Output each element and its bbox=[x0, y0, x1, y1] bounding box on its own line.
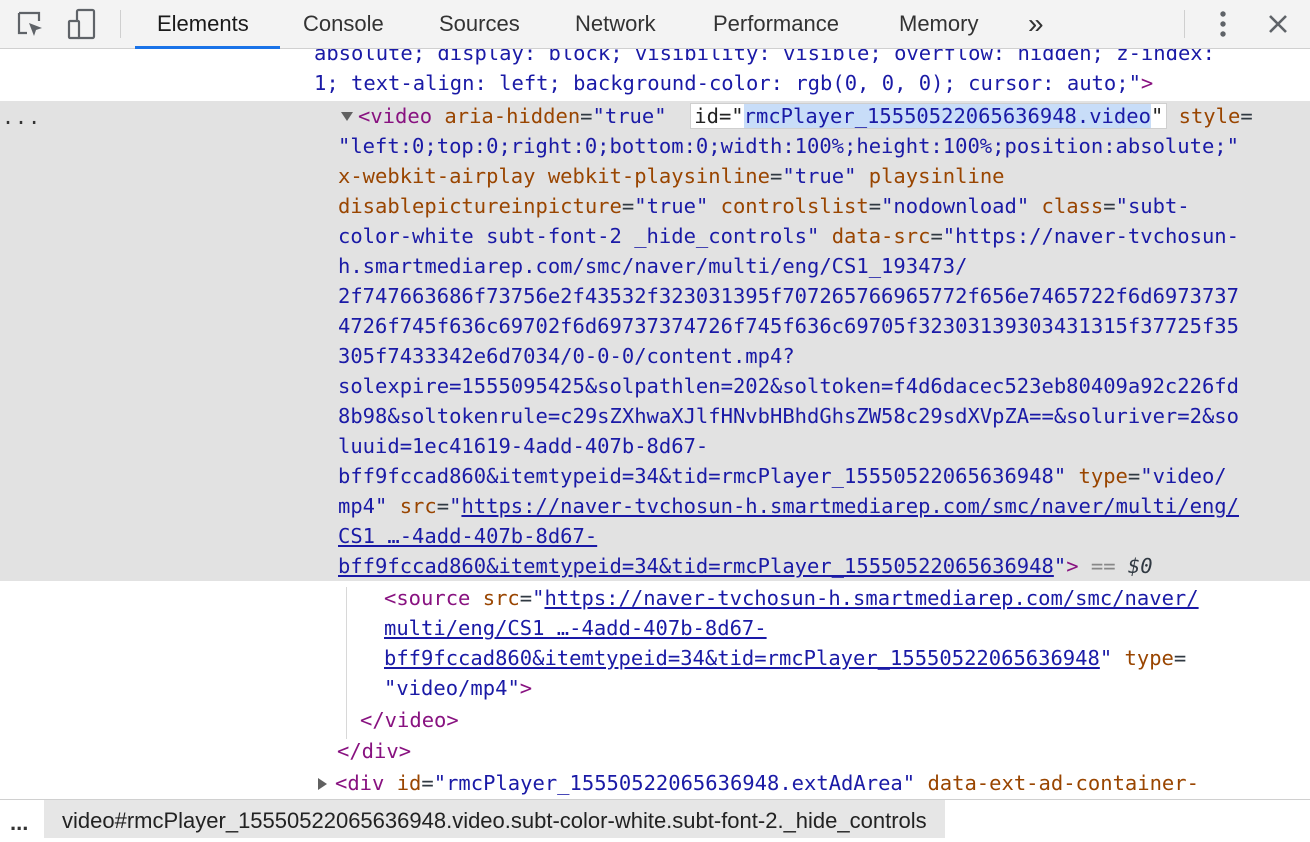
video-attr-line: disablepictureinpicture="true" controlsl… bbox=[338, 194, 1190, 218]
kebab-menu-icon[interactable] bbox=[1212, 0, 1234, 48]
tab-sources[interactable]: Sources bbox=[439, 0, 520, 48]
tab-network[interactable]: Network bbox=[575, 0, 656, 48]
source-src-link[interactable]: bff9fccad860&itemtypeid=34&tid=rmcPlayer… bbox=[384, 646, 1100, 670]
video-data-src-line: solexpire=1555095425&solpathlen=202&solt… bbox=[338, 374, 1239, 398]
more-tabs-icon[interactable]: » bbox=[1028, 0, 1044, 48]
breadcrumb-ellipsis[interactable]: ... bbox=[10, 810, 28, 836]
video-attr-line: color-white subt-font-2 _hide_controls" … bbox=[338, 224, 1239, 248]
style-attribute-line: absolute; display: block; visibility: vi… bbox=[314, 49, 1215, 65]
toolbar-separator bbox=[120, 10, 121, 38]
video-src-link[interactable]: https://naver-tvchosun-h.smartmediarep.c… bbox=[461, 494, 1239, 518]
video-style-value: "left:0;top:0;right:0;bottom:0;width:100… bbox=[338, 134, 1239, 158]
source-tag-line[interactable]: <source src="https://naver-tvchosun-h.sm… bbox=[384, 583, 1199, 613]
expand-triangle-icon[interactable] bbox=[318, 778, 327, 790]
tree-indent-guide bbox=[346, 587, 347, 739]
collapse-triangle-icon[interactable] bbox=[341, 112, 353, 121]
video-src-link[interactable]: CS1 …-4add-407b-8d67- bbox=[338, 524, 597, 548]
video-open-tag[interactable]: <video aria-hidden="true" id="rmcPlayer_… bbox=[358, 101, 1253, 131]
tab-performance[interactable]: Performance bbox=[713, 0, 839, 48]
inspect-element-icon[interactable] bbox=[14, 0, 46, 48]
tab-console[interactable]: Console bbox=[303, 0, 384, 48]
toolbar-separator bbox=[1184, 10, 1185, 38]
breadcrumb: ... video#rmcPlayer_15550522065636948.vi… bbox=[0, 799, 1310, 838]
source-tag-line: bff9fccad860&itemtypeid=34&tid=rmcPlayer… bbox=[384, 646, 1187, 670]
source-tag-line: multi/eng/CS1 …-4add-407b-8d67- bbox=[384, 613, 767, 643]
video-close-tag[interactable]: </video> bbox=[360, 705, 459, 735]
video-src-line: mp4" src="https://naver-tvchosun-h.smart… bbox=[338, 494, 1239, 518]
video-src-link[interactable]: bff9fccad860&itemtypeid=34&tid=rmcPlayer… bbox=[338, 554, 1054, 578]
video-data-src-line: bff9fccad860&itemtypeid=34&tid=rmcPlayer… bbox=[338, 464, 1227, 488]
video-data-src-line: h.smartmediarep.com/smc/naver/multi/eng/… bbox=[338, 254, 968, 278]
video-data-src-line: 4726f745f636c69702f6d69737374726f745f636… bbox=[338, 314, 1239, 338]
node-actions-ellipsis[interactable]: ... bbox=[2, 105, 41, 129]
video-data-src-line: 8b98&soltokenrule=c29sZXhwaXJlfHNvbHBhdG… bbox=[338, 404, 1239, 428]
video-attr-line: x-webkit-airplay webkit-playsinline="tru… bbox=[338, 164, 1005, 188]
video-data-src-line: 2f747663686f73756e2f43532f323031395f7072… bbox=[338, 284, 1239, 308]
selected-attribute-text[interactable]: rmcPlayer_15550522065636948.video bbox=[743, 104, 1151, 128]
close-icon[interactable] bbox=[1264, 0, 1292, 48]
console-reference: $0 bbox=[1127, 554, 1153, 578]
devtools-toolbar: Elements Console Sources Network Perform… bbox=[0, 0, 1310, 49]
tab-memory[interactable]: Memory bbox=[899, 0, 978, 48]
attribute-editor[interactable]: id="rmcPlayer_15550522065636948.video" bbox=[690, 103, 1168, 129]
source-tag-line: "video/mp4"> bbox=[384, 676, 533, 700]
elements-dom-tree: ... absolute; display: block; visibility… bbox=[0, 49, 1310, 799]
breadcrumb-item-video[interactable]: video#rmcPlayer_15550522065636948.video.… bbox=[44, 800, 945, 838]
style-attribute-line: 1; text-align: left; background-color: r… bbox=[314, 71, 1154, 95]
div-close-tag[interactable]: </div> bbox=[337, 736, 411, 766]
tab-elements[interactable]: Elements bbox=[157, 0, 249, 48]
video-data-src-line: 305f7433342e6d7034/0-0-0/content.mp4? bbox=[338, 344, 795, 368]
video-src-line: bff9fccad860&itemtypeid=34&tid=rmcPlayer… bbox=[338, 554, 1153, 578]
video-src-line: CS1 …-4add-407b-8d67- bbox=[338, 521, 597, 551]
device-toolbar-icon[interactable] bbox=[64, 0, 100, 48]
source-src-link[interactable]: https://naver-tvchosun-h.smartmediarep.c… bbox=[544, 586, 1198, 610]
video-data-src-line: luuid=1ec41619-4add-407b-8d67- bbox=[338, 434, 709, 458]
source-src-link[interactable]: multi/eng/CS1 …-4add-407b-8d67- bbox=[384, 616, 767, 640]
div-open-tag[interactable]: <div id="rmcPlayer_15550522065636948.ext… bbox=[335, 768, 1199, 798]
